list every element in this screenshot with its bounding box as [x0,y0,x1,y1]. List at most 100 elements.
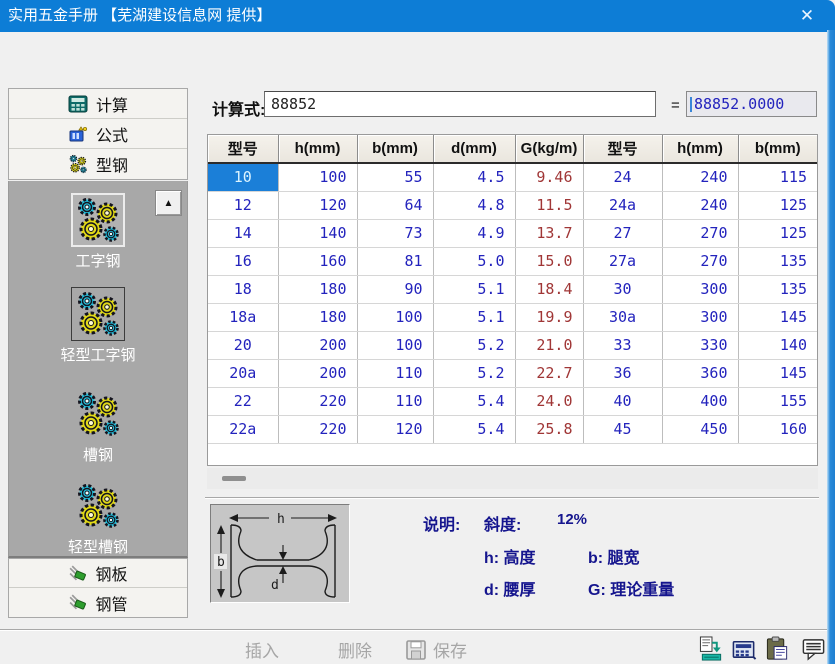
table-cell[interactable]: 40 [583,387,662,415]
table-cell[interactable]: 5.4 [433,415,515,443]
table-cell[interactable]: 135 [738,247,817,275]
table-cell[interactable]: 180 [278,275,357,303]
table-cell[interactable]: 19.9 [515,303,583,331]
table-cell[interactable]: 30a [583,303,662,331]
column-header[interactable]: 型号 [208,135,278,163]
table-cell[interactable]: 110 [357,359,433,387]
table-cell[interactable]: 27a [583,247,662,275]
table-cell[interactable]: 4.8 [433,191,515,219]
table-cell[interactable]: 36 [583,359,662,387]
clipboard-paste-icon[interactable] [764,636,791,662]
column-header[interactable]: d(mm) [433,135,515,163]
table-cell[interactable]: 100 [357,331,433,359]
copy-transfer-icon[interactable] [698,636,725,662]
table-cell[interactable]: 145 [738,303,817,331]
save-button[interactable]: 保存 [405,637,467,662]
table-cell[interactable]: 145 [738,359,817,387]
table-cell[interactable]: 90 [357,275,433,303]
table-cell[interactable]: 24 [583,163,662,191]
column-header[interactable]: h(mm) [278,135,357,163]
insert-button[interactable]: 插入 [245,637,279,662]
table-cell[interactable]: 18 [208,275,278,303]
table-cell[interactable]: 220 [278,415,357,443]
table-cell[interactable]: 5.2 [433,359,515,387]
close-icon[interactable]: ✕ [791,0,823,32]
table-cell[interactable]: 200 [278,359,357,387]
table-cell[interactable]: 270 [662,247,738,275]
table-cell[interactable]: 4.5 [433,163,515,191]
table-cell[interactable]: 400 [662,387,738,415]
table-cell[interactable]: 24a [583,191,662,219]
table-cell[interactable]: 300 [662,303,738,331]
calculator-icon[interactable] [731,636,758,662]
table-cell[interactable]: 22.7 [515,359,583,387]
expression-input[interactable] [264,91,656,117]
table-cell[interactable]: 140 [738,331,817,359]
table-cell[interactable]: 15.0 [515,247,583,275]
table-cell[interactable]: 11.5 [515,191,583,219]
table-cell[interactable]: 160 [738,415,817,443]
steel-item-channel[interactable]: 槽钢 [9,387,187,465]
table-cell[interactable]: 450 [662,415,738,443]
sidebar-item-section-steel[interactable]: 型钢 [9,149,187,179]
column-header[interactable]: h(mm) [662,135,738,163]
table-cell[interactable]: 25.8 [515,415,583,443]
table-cell[interactable]: 125 [738,191,817,219]
scrollbar-thumb[interactable] [222,476,246,481]
delete-button[interactable]: 删除 [338,637,372,662]
table-cell[interactable]: 73 [357,219,433,247]
table-cell[interactable]: 16 [208,247,278,275]
scroll-up-button[interactable]: ▲ [155,190,182,216]
table-cell[interactable]: 9.46 [515,163,583,191]
table-cell[interactable]: 30 [583,275,662,303]
table-cell[interactable]: 120 [357,415,433,443]
table-cell[interactable]: 10 [208,163,278,191]
sidebar-item-calculate[interactable]: 计算 [9,89,187,119]
table-cell[interactable]: 64 [357,191,433,219]
table-cell[interactable]: 120 [278,191,357,219]
table-cell[interactable]: 5.1 [433,303,515,331]
notes-icon[interactable] [800,636,827,662]
sidebar-item-steel-pipe[interactable]: 钢管 [9,588,187,617]
sidebar-item-steel-plate[interactable]: 钢板 [9,559,187,588]
table-cell[interactable]: 20a [208,359,278,387]
table-cell[interactable]: 33 [583,331,662,359]
table-cell[interactable]: 140 [278,219,357,247]
table-cell[interactable]: 100 [278,163,357,191]
table-cell[interactable]: 115 [738,163,817,191]
table-cell[interactable]: 4.9 [433,219,515,247]
table-cell[interactable]: 125 [738,219,817,247]
table-cell[interactable]: 155 [738,387,817,415]
table-cell[interactable]: 100 [357,303,433,331]
table-cell[interactable]: 27 [583,219,662,247]
table-cell[interactable]: 22 [208,387,278,415]
table-cell[interactable]: 270 [662,219,738,247]
table-cell[interactable]: 5.4 [433,387,515,415]
table-cell[interactable]: 110 [357,387,433,415]
table-cell[interactable]: 22a [208,415,278,443]
table-cell[interactable]: 18.4 [515,275,583,303]
table-cell[interactable]: 5.0 [433,247,515,275]
column-header[interactable]: b(mm) [738,135,817,163]
table-cell[interactable]: 24.0 [515,387,583,415]
horizontal-scrollbar[interactable] [207,468,818,489]
table-cell[interactable]: 21.0 [515,331,583,359]
table-cell[interactable]: 330 [662,331,738,359]
table-cell[interactable]: 160 [278,247,357,275]
table-cell[interactable]: 220 [278,387,357,415]
table-cell[interactable]: 12 [208,191,278,219]
steel-item-light-i-beam[interactable]: 轻型工字钢 [9,287,187,365]
table-cell[interactable]: 45 [583,415,662,443]
table-cell[interactable]: 13.7 [515,219,583,247]
steel-item-light-channel[interactable]: 轻型槽钢 [9,479,187,557]
table-cell[interactable]: 135 [738,275,817,303]
table-cell[interactable]: 240 [662,163,738,191]
table-cell[interactable]: 20 [208,331,278,359]
table-cell[interactable]: 360 [662,359,738,387]
table-cell[interactable]: 240 [662,191,738,219]
table-cell[interactable]: 180 [278,303,357,331]
table-cell[interactable]: 18a [208,303,278,331]
table-cell[interactable]: 300 [662,275,738,303]
table-cell[interactable]: 200 [278,331,357,359]
table-cell[interactable]: 81 [357,247,433,275]
